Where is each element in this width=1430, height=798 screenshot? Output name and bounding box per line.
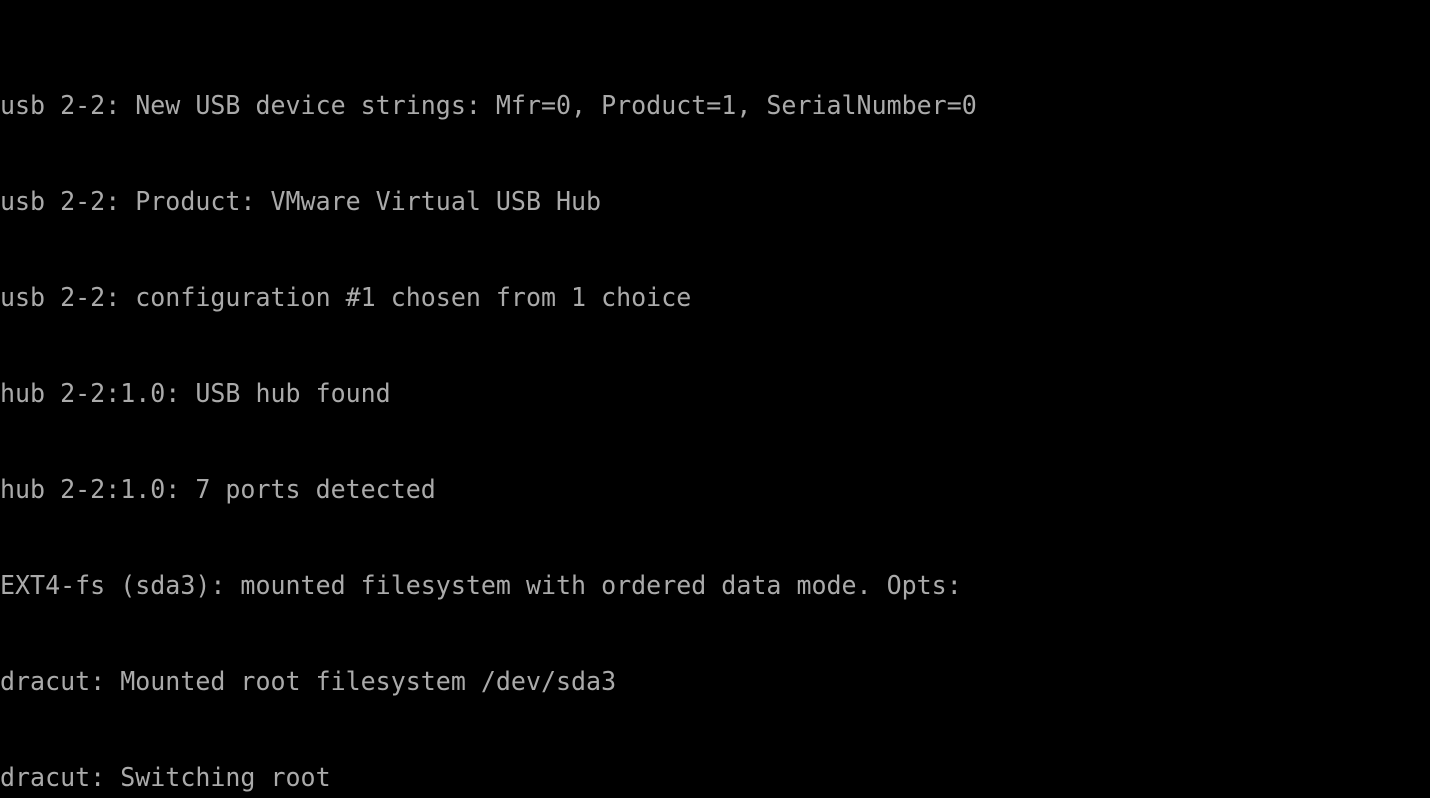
console-line-text: hub 2-2:1.0: USB hub found <box>0 379 391 409</box>
console-line-text: usb 2-2: New USB device strings: Mfr=0, … <box>0 91 977 121</box>
console-line: usb 2-2: Product: VMware Virtual USB Hub <box>0 186 1430 218</box>
console-line-text: usb 2-2: configuration #1 chosen from 1 … <box>0 283 692 313</box>
console-line: hub 2-2:1.0: USB hub found <box>0 378 1430 410</box>
console-line-text: hub 2-2:1.0: 7 ports detected <box>0 475 436 505</box>
console-line: usb 2-2: New USB device strings: Mfr=0, … <box>0 90 1430 122</box>
console-line: hub 2-2:1.0: 7 ports detected <box>0 474 1430 506</box>
console-line-text: dracut: Switching root <box>0 763 331 793</box>
console-line-text: usb 2-2: Product: VMware Virtual USB Hub <box>0 187 602 217</box>
console-line: EXT4-fs (sda3): mounted filesystem with … <box>0 570 1430 602</box>
terminal-console[interactable]: usb 2-2: New USB device strings: Mfr=0, … <box>0 0 1430 798</box>
console-line: dracut: Switching root <box>0 762 1430 794</box>
console-line: usb 2-2: configuration #1 chosen from 1 … <box>0 282 1430 314</box>
console-line-text: dracut: Mounted root filesystem /dev/sda… <box>0 667 617 697</box>
console-line: dracut: Mounted root filesystem /dev/sda… <box>0 666 1430 698</box>
console-line-text: EXT4-fs (sda3): mounted filesystem with … <box>0 571 962 601</box>
